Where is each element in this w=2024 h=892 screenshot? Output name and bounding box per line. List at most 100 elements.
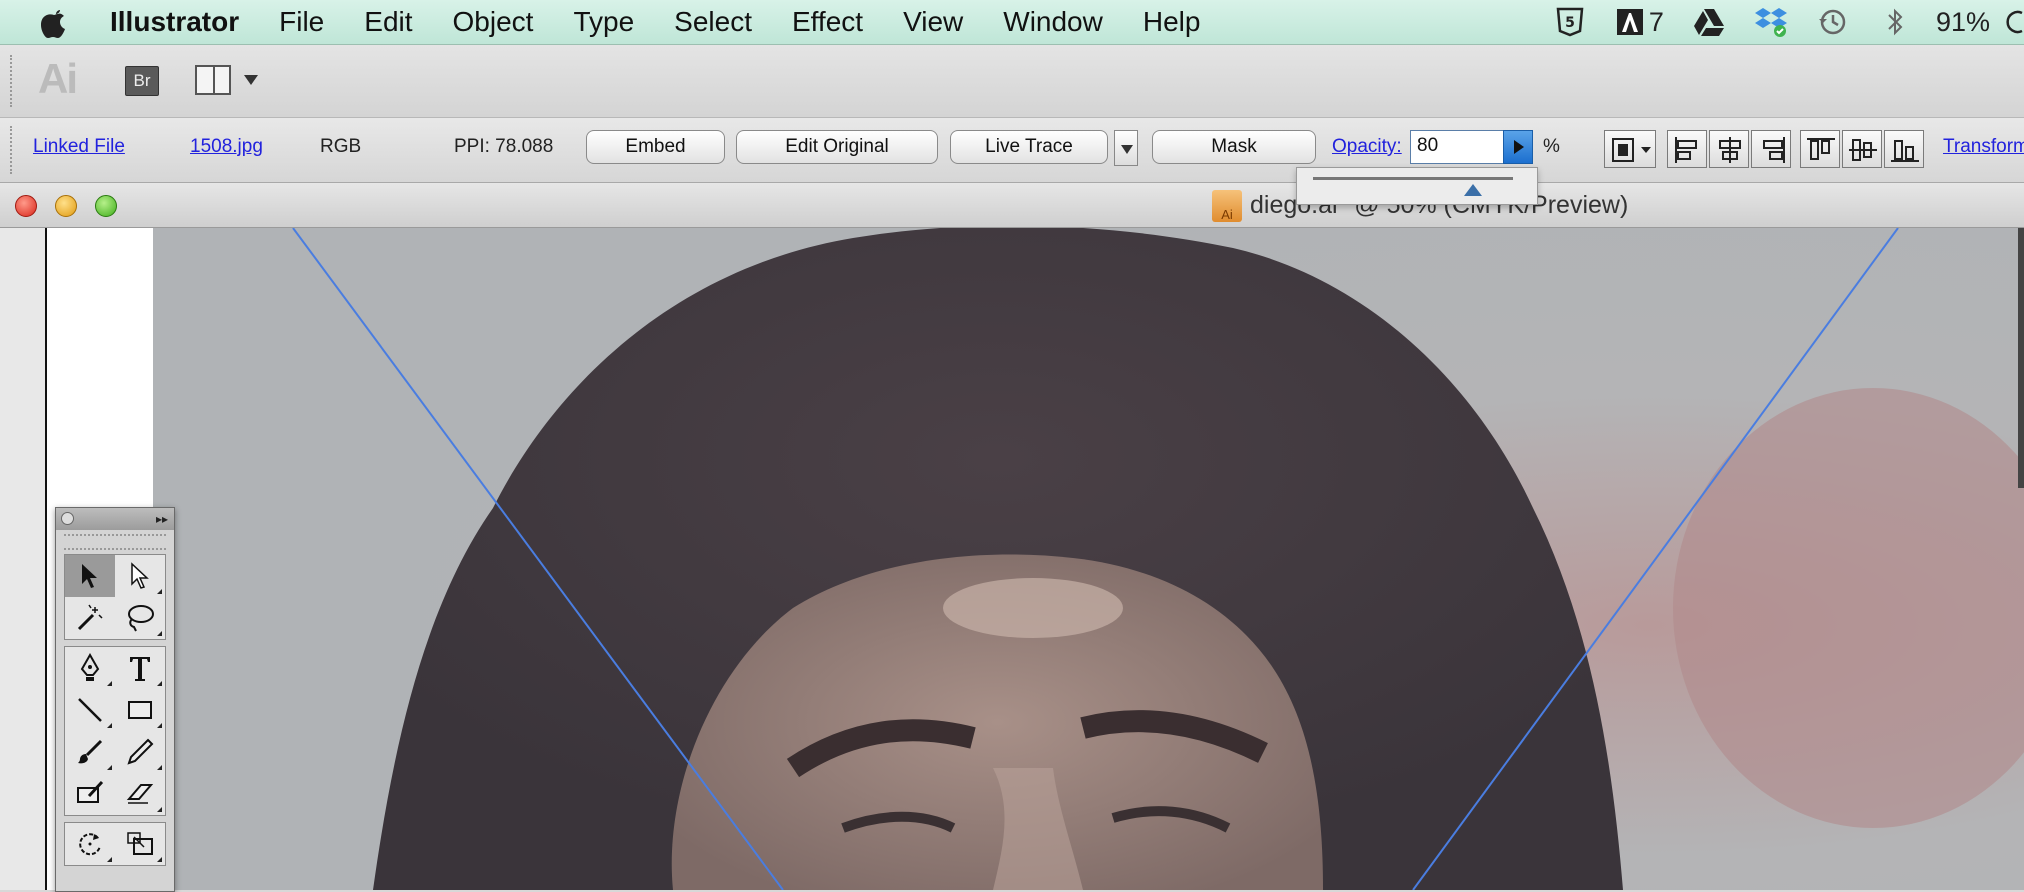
appbar-grip[interactable] <box>10 55 16 107</box>
pencil-icon <box>127 738 154 765</box>
status-area: 5 7 91% <box>1539 0 2024 44</box>
menu-help[interactable]: Help <box>1143 6 1201 38</box>
selection-tool[interactable] <box>65 555 115 597</box>
scale-icon <box>127 832 153 855</box>
menu-select[interactable]: Select <box>674 6 752 38</box>
align-left-icon <box>1675 137 1697 163</box>
time-machine-icon[interactable] <box>1816 5 1850 39</box>
align-right-button[interactable] <box>1751 130 1791 168</box>
ppi-label: PPI: 78.088 <box>454 136 554 157</box>
opacity-value: 80 <box>1417 135 1439 156</box>
menu-view[interactable]: View <box>903 6 963 38</box>
menu-effect[interactable]: Effect <box>792 6 863 38</box>
photo-forehead-highlight <box>943 578 1123 638</box>
menu-app-name[interactable]: Illustrator <box>110 6 239 38</box>
apple-menu-icon[interactable] <box>34 2 74 42</box>
paintbrush-icon <box>78 739 103 764</box>
opacity-link[interactable]: Opacity: <box>1332 136 1402 158</box>
zoom-window-button[interactable] <box>95 195 117 217</box>
battery-icon[interactable] <box>2004 5 2024 39</box>
canvas-scrollbar[interactable] <box>2018 228 2024 488</box>
control-bar: Linked File 1508.jpg RGB PPI: 78.088 Emb… <box>0 118 2024 183</box>
menu-object[interactable]: Object <box>453 6 534 38</box>
direct-selection-icon <box>131 562 149 589</box>
tools-expand-icon[interactable]: ▸▸ <box>156 512 168 526</box>
linked-file-link[interactable]: Linked File <box>33 136 125 158</box>
align-horizontal-center-button[interactable] <box>1709 130 1749 168</box>
placed-photo[interactable] <box>153 228 2024 890</box>
controlbar-grip[interactable] <box>10 126 16 174</box>
svg-text:5: 5 <box>1565 15 1575 31</box>
doc-file-badge: Ai <box>1221 207 1233 222</box>
lasso-tool[interactable] <box>115 597 165 639</box>
tools-group-selection <box>64 554 166 640</box>
align-bottom-button[interactable] <box>1884 130 1924 168</box>
dropbox-icon[interactable] <box>1754 5 1788 39</box>
mask-label: Mask <box>1211 136 1257 157</box>
menu-file[interactable]: File <box>279 6 324 38</box>
align-right-icon <box>1763 137 1785 163</box>
opacity-slider-toggle[interactable] <box>1503 130 1533 164</box>
pen-tool[interactable] <box>65 647 115 689</box>
align-to-icon <box>1612 138 1651 162</box>
mask-button[interactable]: Mask <box>1152 130 1316 164</box>
menu-edit[interactable]: Edit <box>364 6 412 38</box>
bridge-label: Br <box>133 71 151 90</box>
align-top-button[interactable] <box>1800 130 1840 168</box>
align-vertical-center-button[interactable] <box>1842 130 1882 168</box>
google-drive-icon[interactable] <box>1692 5 1726 39</box>
battery-percentage[interactable]: 91% <box>1936 7 1990 38</box>
lasso-icon <box>128 605 154 632</box>
embed-label: Embed <box>625 136 686 157</box>
edit-original-label: Edit Original <box>785 136 889 157</box>
embed-button[interactable]: Embed <box>586 130 725 164</box>
menu-window[interactable]: Window <box>1003 6 1103 38</box>
percent-sign: % <box>1543 136 1560 157</box>
tools-grip[interactable] <box>64 534 166 550</box>
tools-group-transform <box>64 822 166 866</box>
pen-icon <box>80 653 100 681</box>
html5-icon[interactable]: 5 <box>1553 5 1587 39</box>
selection-arrow-icon <box>82 564 97 588</box>
direct-selection-tool[interactable] <box>115 555 165 597</box>
transform-link[interactable]: Transform <box>1943 136 2024 158</box>
document-canvas[interactable] <box>0 228 2024 890</box>
magic-wand-tool[interactable] <box>65 597 115 639</box>
line-segment-tool[interactable] <box>65 689 115 731</box>
illustrator-logo: Ai <box>38 55 78 102</box>
eraser-tool[interactable] <box>115 773 165 815</box>
live-trace-button[interactable]: Live Trace <box>950 130 1108 164</box>
close-window-button[interactable] <box>15 195 37 217</box>
align-to-dropdown[interactable] <box>1604 130 1656 168</box>
file-name-link[interactable]: 1508.jpg <box>190 136 263 158</box>
minimize-window-button[interactable] <box>55 195 77 217</box>
edit-original-button[interactable]: Edit Original <box>736 130 938 164</box>
tools-group-drawing <box>64 646 166 816</box>
opacity-slider-track[interactable] <box>1313 177 1513 180</box>
opacity-input[interactable]: 80 <box>1410 130 1505 164</box>
tracing-presets-dropdown[interactable] <box>1114 130 1138 166</box>
menu-bar: Illustrator File Edit Object Type Select… <box>0 0 2024 45</box>
scale-tool[interactable] <box>115 823 165 865</box>
magic-wand-icon <box>77 604 103 631</box>
paintbrush-tool[interactable] <box>65 731 115 773</box>
tools-panel-header[interactable]: ▸▸ <box>56 508 174 530</box>
arrange-documents-button[interactable] <box>195 65 231 95</box>
blob-brush-tool[interactable] <box>65 773 115 815</box>
bluetooth-icon[interactable] <box>1878 5 1912 39</box>
pencil-tool[interactable] <box>115 731 165 773</box>
type-tool[interactable] <box>115 647 165 689</box>
bridge-button[interactable]: Br <box>125 66 159 96</box>
adobe-updates-icon[interactable] <box>1615 5 1645 39</box>
rectangle-tool[interactable] <box>115 689 165 731</box>
eraser-icon <box>126 784 154 804</box>
tools-close-button[interactable] <box>61 512 74 525</box>
align-horizontal-center-icon <box>1719 137 1741 163</box>
opacity-slider-thumb[interactable] <box>1464 184 1482 196</box>
menu-type[interactable]: Type <box>573 6 634 38</box>
rotate-tool[interactable] <box>65 823 115 865</box>
rotate-icon <box>79 833 101 856</box>
align-left-button[interactable] <box>1667 130 1707 168</box>
type-icon <box>130 657 150 681</box>
arrange-dropdown-icon[interactable] <box>244 75 258 85</box>
